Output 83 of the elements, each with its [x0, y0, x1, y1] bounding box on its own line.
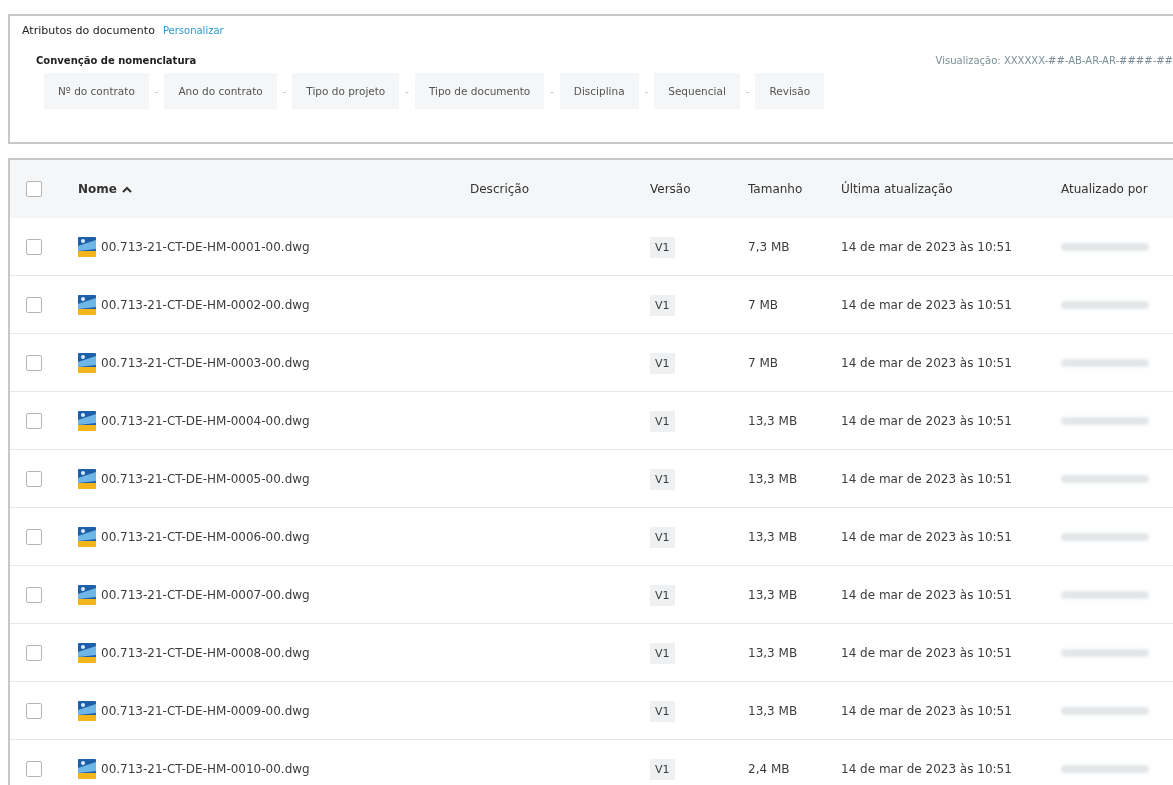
file-size: 13,3 MB [748, 471, 799, 486]
separator: - [643, 85, 650, 97]
separator: - [549, 85, 555, 97]
version-badge: V1 [650, 294, 675, 316]
file-name[interactable]: 00.713-21-CT-DE-HM-0005-00.dwg [101, 471, 310, 486]
dwg-file-icon [78, 700, 96, 721]
version-badge: V1 [650, 468, 675, 490]
naming-segment: Tipo de documento [414, 73, 545, 109]
dwg-file-icon [78, 758, 96, 779]
dwg-file-icon [78, 410, 96, 431]
updated-date: 14 de mar de 2023 às 10:51 [841, 703, 1013, 718]
column-header[interactable]: Tamanho [748, 182, 841, 196]
row-checkbox[interactable] [26, 702, 42, 719]
naming-segment: Disciplina [559, 73, 639, 109]
updated-date: 14 de mar de 2023 às 10:51 [841, 529, 1013, 544]
file-name[interactable]: 00.713-21-CT-DE-HM-0001-00.dwg [101, 239, 310, 254]
dwg-file-icon [78, 352, 96, 373]
row-checkbox[interactable] [26, 354, 42, 371]
row-checkbox[interactable] [26, 238, 42, 255]
row-checkbox[interactable] [26, 528, 42, 545]
dwg-file-icon [78, 526, 96, 547]
version-badge: V1 [650, 758, 675, 780]
updated-date: 14 de mar de 2023 às 10:51 [841, 761, 1013, 776]
file-name[interactable]: 00.713-21-CT-DE-HM-0010-00.dwg [101, 761, 310, 776]
file-size: 2,4 MB [748, 761, 791, 776]
separator: - [404, 85, 410, 97]
file-size: 13,3 MB [748, 587, 799, 602]
updated-date: 14 de mar de 2023 às 10:51 [841, 239, 1013, 254]
dwg-file-icon [78, 642, 96, 663]
file-size: 13,3 MB [748, 413, 799, 428]
version-badge: V1 [650, 236, 675, 258]
row-checkbox[interactable] [26, 586, 42, 603]
updated-date: 14 de mar de 2023 às 10:51 [841, 413, 1013, 428]
row-checkbox[interactable] [26, 412, 42, 429]
file-name[interactable]: 00.713-21-CT-DE-HM-0004-00.dwg [101, 413, 310, 428]
version-badge: V1 [650, 352, 675, 374]
file-size: 7,3 MB [748, 239, 791, 254]
naming-segment: Sequencial [654, 73, 740, 109]
updated-date: 14 de mar de 2023 às 10:51 [841, 645, 1013, 660]
section-title: Atributos do documento [22, 24, 155, 37]
version-badge: V1 [650, 410, 675, 432]
dwg-file-icon [78, 236, 96, 257]
column-header[interactable]: Última atualização [841, 182, 1061, 196]
updated-date: 14 de mar de 2023 às 10:51 [841, 471, 1013, 486]
row-checkbox[interactable] [26, 470, 42, 487]
column-header[interactable]: Nome [78, 182, 470, 196]
file-name[interactable]: 00.713-21-CT-DE-HM-0006-00.dwg [101, 529, 310, 544]
file-size: 7 MB [748, 355, 780, 370]
naming-segment: Revisão [755, 73, 825, 109]
separator: - [153, 85, 160, 97]
file-size: 7 MB [748, 297, 780, 312]
naming-segment: Nº do contrato [44, 73, 149, 109]
file-name[interactable]: 00.713-21-CT-DE-HM-0003-00.dwg [101, 355, 310, 370]
naming-preview: Visualização: XXXXXX-##-AB-AR-AR-####-## [935, 55, 1173, 66]
select-all-checkbox[interactable] [26, 181, 42, 197]
naming-segment: Ano do contrato [164, 73, 277, 109]
row-checkbox[interactable] [26, 760, 42, 777]
separator: - [281, 85, 288, 97]
file-size: 13,3 MB [748, 529, 799, 544]
column-header[interactable]: Atualizado por [1061, 182, 1173, 196]
naming-segment: Tipo do projeto [292, 73, 400, 109]
file-size: 13,3 MB [748, 645, 799, 660]
row-checkbox[interactable] [26, 644, 42, 661]
version-badge: V1 [650, 700, 675, 722]
separator: - [744, 85, 751, 97]
file-size: 13,3 MB [748, 703, 799, 718]
version-badge: V1 [650, 584, 675, 606]
row-checkbox[interactable] [26, 296, 42, 313]
dwg-file-icon [78, 468, 96, 489]
file-name[interactable]: 00.713-21-CT-DE-HM-0002-00.dwg [101, 297, 310, 312]
updated-date: 14 de mar de 2023 às 10:51 [841, 297, 1013, 312]
version-badge: V1 [650, 642, 675, 664]
column-header[interactable]: Versão [650, 182, 748, 196]
file-name[interactable]: 00.713-21-CT-DE-HM-0007-00.dwg [101, 587, 310, 602]
column-header[interactable]: Descrição [470, 182, 650, 196]
updated-date: 14 de mar de 2023 às 10:51 [841, 355, 1013, 370]
dwg-file-icon [78, 294, 96, 315]
file-name[interactable]: 00.713-21-CT-DE-HM-0008-00.dwg [101, 645, 310, 660]
dwg-file-icon [78, 584, 96, 605]
naming-label: Convenção de nomenclatura [36, 55, 197, 66]
updated-date: 14 de mar de 2023 às 10:51 [841, 587, 1013, 602]
file-name[interactable]: 00.713-21-CT-DE-HM-0009-00.dwg [101, 703, 310, 718]
version-badge: V1 [650, 526, 675, 548]
